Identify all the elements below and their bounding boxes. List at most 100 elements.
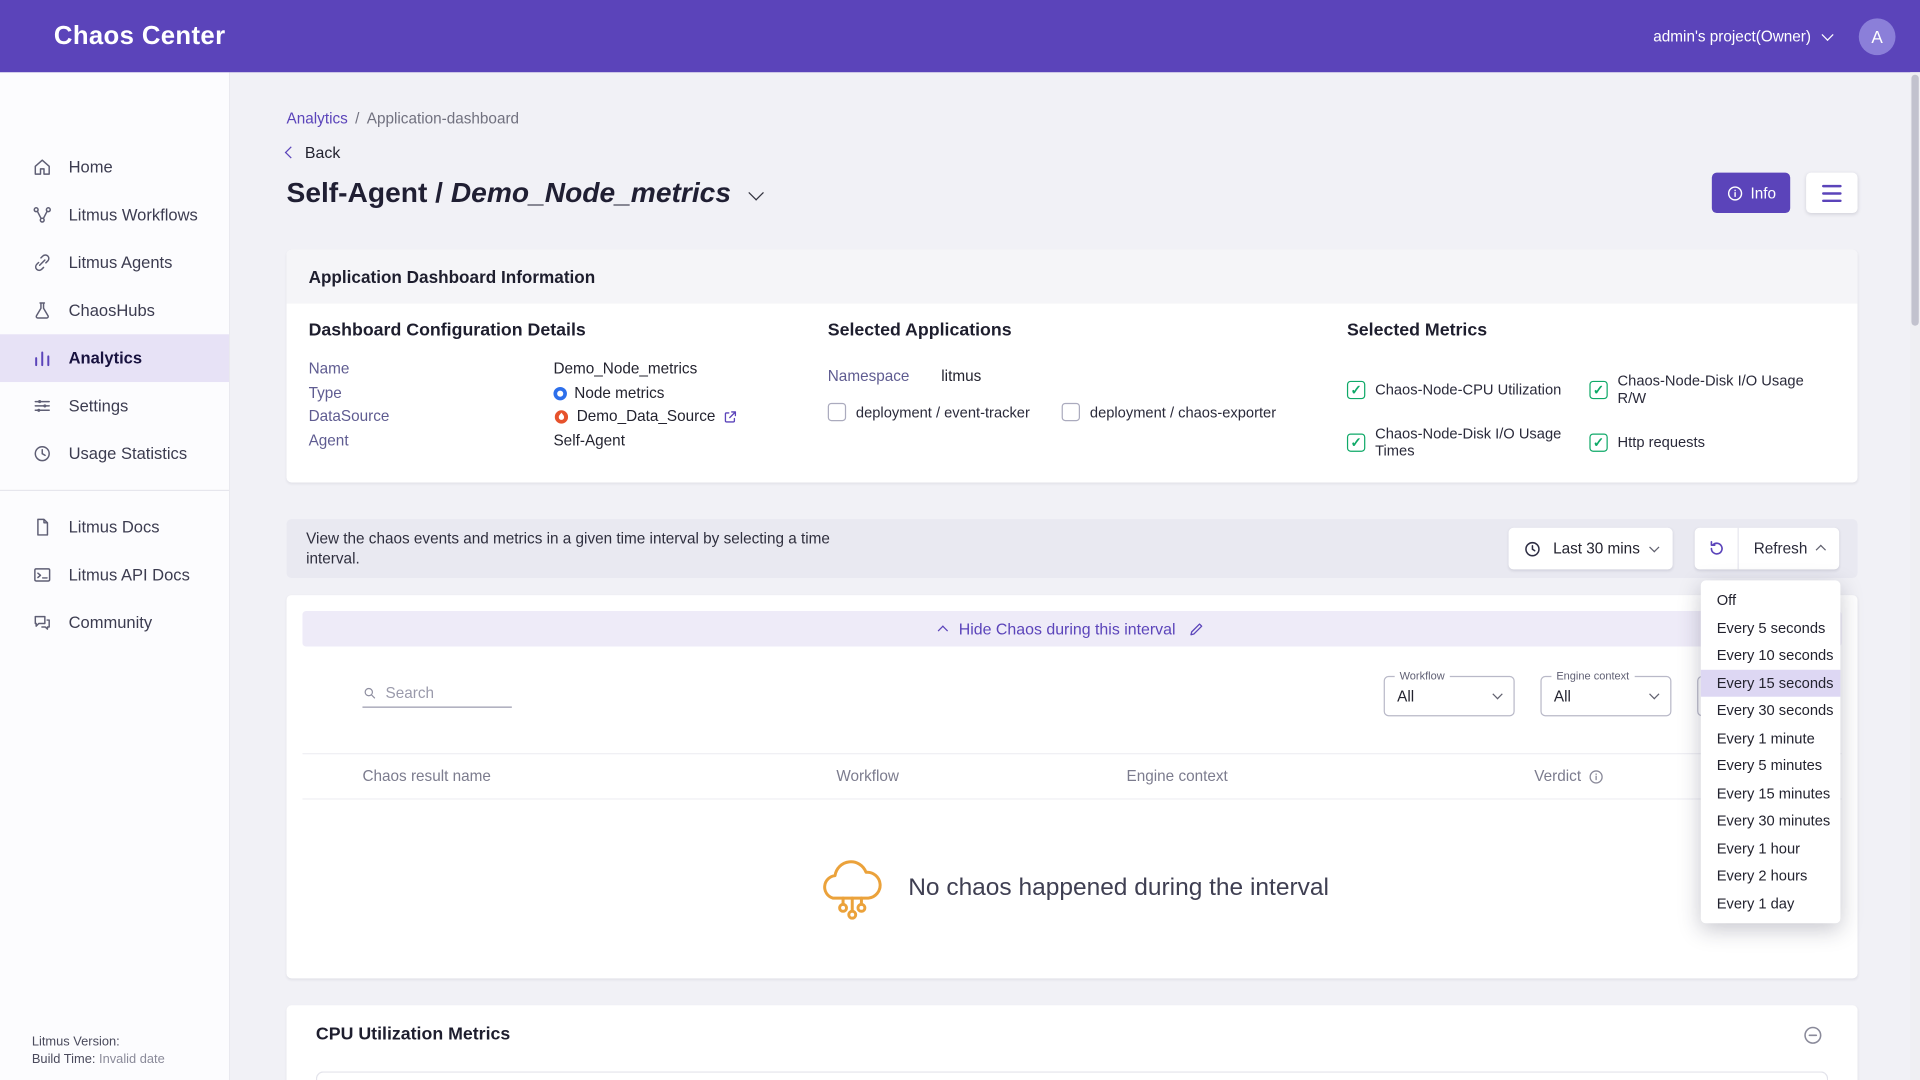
edit-icon[interactable]	[1188, 620, 1205, 637]
menu-item-every-10-seconds[interactable]: Every 10 seconds	[1701, 642, 1841, 670]
column-workflow: Workflow	[836, 768, 1126, 785]
sidebar-item-community[interactable]: Community	[0, 599, 229, 647]
metric-checkbox[interactable]: ✓ Chaos-Node-Disk I/O Usage Times	[1347, 425, 1589, 459]
config-datasource-row: DataSource Demo_Data_Source	[309, 405, 811, 429]
application-checkbox[interactable]: deployment / event-tracker	[828, 403, 1030, 421]
refresh-now-button[interactable]	[1695, 528, 1739, 570]
sidebar-item-home[interactable]: Home	[0, 143, 229, 191]
sidebar-item-label: Settings	[69, 397, 129, 415]
cpu-metrics-title: CPU Utilization Metrics	[316, 1025, 510, 1045]
sidebar-item-label: Home	[69, 158, 113, 176]
hamburger-icon	[1822, 184, 1842, 186]
chevron-down-icon	[1821, 28, 1833, 40]
sidebar-item-label: Litmus Workflows	[69, 206, 198, 224]
metric-checkbox[interactable]: ✓ Chaos-Node-Disk I/O Usage R/W	[1589, 372, 1831, 406]
table-header-row: Chaos result name Workflow Engine contex…	[302, 753, 1841, 800]
external-link-icon[interactable]	[723, 409, 739, 425]
chevron-down-icon	[1649, 689, 1659, 699]
menu-item-every-2-hours[interactable]: Every 2 hours	[1701, 862, 1841, 890]
collapse-section-button[interactable]	[1802, 1024, 1823, 1045]
menu-item-every-15-seconds[interactable]: Every 15 seconds	[1701, 669, 1841, 697]
refresh-interval-button[interactable]: Refresh	[1739, 540, 1839, 557]
info-icon	[1726, 184, 1743, 201]
workflow-filter-label: Workflow	[1395, 670, 1450, 682]
empty-state-text: No chaos happened during the interval	[908, 874, 1329, 902]
node-metrics-icon	[553, 387, 566, 400]
avatar[interactable]: A	[1859, 18, 1896, 55]
time-range-select[interactable]: Last 30 mins	[1509, 528, 1673, 570]
chevron-left-icon	[285, 146, 297, 158]
chevron-down-icon	[1492, 689, 1502, 699]
column-verdict: Verdict	[1534, 768, 1581, 785]
analytics-icon	[32, 348, 53, 369]
app-window: Chaos Center admin's project(Owner) A Ho…	[0, 0, 1920, 1080]
workflows-icon	[32, 204, 53, 225]
menu-item-every-5-minutes[interactable]: Every 5 minutes	[1701, 752, 1841, 780]
community-icon	[32, 612, 53, 633]
scrollbar-thumb[interactable]	[1911, 75, 1918, 326]
menu-item-every-5-seconds[interactable]: Every 5 seconds	[1701, 614, 1841, 642]
dashboard-info-title: Application Dashboard Information	[287, 250, 1858, 304]
checkbox-unchecked-icon	[828, 403, 846, 421]
sidebar-item-litmus-api-docs[interactable]: Litmus API Docs	[0, 551, 229, 599]
main-content: Analytics / Application-dashboard Back S…	[230, 72, 1910, 1080]
checkbox-unchecked-icon	[1062, 403, 1080, 421]
collapse-chevron-icon	[938, 625, 948, 635]
page-title: Self-Agent / Demo_Node_metrics	[287, 176, 731, 209]
sidebar-item-chaoshubs[interactable]: ChaosHubs	[0, 287, 229, 335]
sidebar-item-analytics[interactable]: Analytics	[0, 334, 229, 382]
verdict-info-icon[interactable]	[1588, 768, 1604, 784]
info-button[interactable]: Info	[1712, 173, 1790, 213]
menu-item-every-15-minutes[interactable]: Every 15 minutes	[1701, 779, 1841, 807]
litmus-version-label: Litmus Version:	[32, 1033, 165, 1050]
config-details-title: Dashboard Configuration Details	[309, 321, 811, 341]
sidebar-item-label: Litmus API Docs	[69, 566, 190, 584]
engine-context-filter[interactable]: Engine context All	[1540, 676, 1671, 716]
breadcrumb-analytics[interactable]: Analytics	[287, 110, 348, 127]
sidebar-item-label: Analytics	[69, 349, 143, 367]
selected-applications-title: Selected Applications	[828, 321, 1318, 341]
engine-context-filter-label: Engine context	[1551, 670, 1634, 682]
chaos-interval-card: Hide Chaos during this interval Workflow…	[287, 595, 1858, 978]
sidebar-item-usage-statistics[interactable]: Usage Statistics	[0, 430, 229, 478]
refresh-interval-menu: Off Every 5 seconds Every 10 seconds Eve…	[1701, 580, 1841, 923]
chaoshubs-icon	[32, 300, 53, 321]
search-input[interactable]	[386, 684, 512, 701]
title-chevron-down-icon[interactable]	[748, 185, 764, 201]
back-label: Back	[305, 143, 340, 161]
menu-item-every-1-hour[interactable]: Every 1 hour	[1701, 834, 1841, 862]
cloud-icon	[815, 853, 888, 922]
workflow-filter[interactable]: Workflow All	[1384, 676, 1515, 716]
breadcrumb: Analytics / Application-dashboard	[287, 110, 1858, 127]
sidebar-item-litmus-agents[interactable]: Litmus Agents	[0, 239, 229, 287]
sidebar-item-litmus-workflows[interactable]: Litmus Workflows	[0, 191, 229, 239]
hide-chaos-toggle[interactable]: Hide Chaos during this interval	[302, 611, 1841, 647]
config-type-row: Type Node metrics	[309, 381, 811, 405]
engine-context-filter-value: All	[1554, 688, 1571, 705]
namespace-row: Namespace litmus	[828, 367, 1318, 384]
checkbox-checked-icon: ✓	[1347, 380, 1365, 398]
checkbox-checked-icon: ✓	[1347, 433, 1365, 451]
menu-item-every-30-minutes[interactable]: Every 30 minutes	[1701, 807, 1841, 835]
version-info: Litmus Version: Build Time: Invalid date	[32, 1033, 165, 1067]
dashboard-name: Demo_Node_metrics	[451, 176, 731, 208]
project-selector[interactable]: admin's project(Owner)	[1653, 28, 1832, 45]
metric-checkbox[interactable]: ✓ Chaos-Node-CPU Utilization	[1347, 372, 1589, 406]
refresh-label: Refresh	[1754, 540, 1808, 557]
workflow-filter-value: All	[1397, 688, 1414, 705]
agents-icon	[32, 252, 53, 273]
metric-checkbox[interactable]: ✓ Http requests	[1589, 425, 1831, 459]
dashboard-menu-button[interactable]	[1806, 173, 1857, 213]
sidebar-item-settings[interactable]: Settings	[0, 382, 229, 430]
sidebar-item-litmus-docs[interactable]: Litmus Docs	[0, 503, 229, 551]
menu-item-every-30-seconds[interactable]: Every 30 seconds	[1701, 697, 1841, 725]
column-engine-context: Engine context	[1127, 768, 1535, 785]
back-button[interactable]: Back	[287, 143, 341, 161]
application-checkbox[interactable]: deployment / chaos-exporter	[1062, 403, 1276, 421]
menu-item-every-1-minute[interactable]: Every 1 minute	[1701, 724, 1841, 752]
settings-icon	[32, 396, 53, 417]
menu-item-off[interactable]: Off	[1701, 587, 1841, 615]
selected-metrics-column: Selected Metrics ✓ Chaos-Node-CPU Utiliz…	[1347, 304, 1861, 460]
breadcrumb-separator: /	[355, 110, 359, 127]
menu-item-every-1-day[interactable]: Every 1 day	[1701, 890, 1841, 918]
